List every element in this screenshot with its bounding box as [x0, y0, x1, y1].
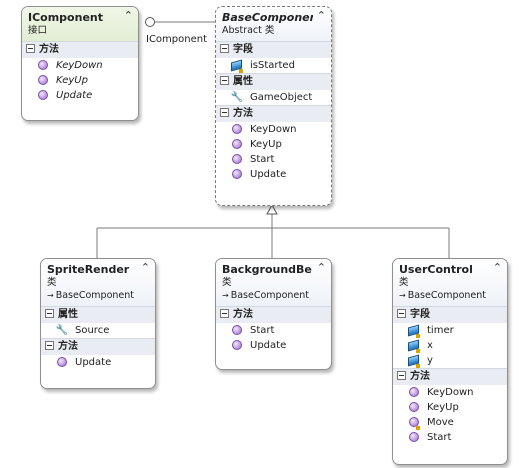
lock-icon [416, 364, 420, 368]
basecomponent-name: BaseComponent [222, 11, 313, 24]
spriterender-box[interactable]: SpriteRender 类 → BaseComponent ⌃ 属性 🔧 Sour… [40, 258, 156, 389]
spriterender-header: SpriteRender 类 → BaseComponent ⌃ [41, 259, 155, 306]
method-icon [409, 387, 419, 397]
method-icon [409, 402, 419, 412]
member-method: Move [393, 415, 507, 430]
minus-icon[interactable] [220, 43, 229, 53]
spriterender-name: SpriteRender [47, 263, 130, 276]
collapse-icon[interactable]: ⌃ [317, 262, 326, 273]
minus-icon[interactable] [220, 308, 229, 318]
usercontrol-parent: → BaseComponent [399, 290, 486, 301]
method-icon [232, 154, 242, 164]
member-method: Update [22, 88, 138, 103]
collapse-icon[interactable]: ⌃ [493, 262, 502, 273]
method-icon [409, 432, 419, 442]
minus-icon[interactable] [45, 308, 54, 318]
icomponent-kind: 接口 [28, 25, 48, 36]
method-icon [38, 60, 48, 70]
member-field: y [393, 353, 507, 368]
method-icon [232, 139, 242, 149]
member-method: Start [216, 152, 331, 167]
minus-icon[interactable] [26, 43, 35, 53]
minus-icon[interactable] [220, 107, 229, 117]
method-icon [232, 325, 242, 335]
method-icon [232, 124, 242, 134]
minus-icon[interactable] [397, 308, 406, 318]
usercontrol-name: UserControl [399, 263, 473, 276]
lock-icon [239, 69, 243, 73]
wrench-icon: 🔧 [55, 325, 69, 336]
icomponent-name: IComponent [28, 11, 103, 24]
method-icon [38, 75, 48, 85]
method-icon [57, 357, 67, 367]
member-method: KeyUp [216, 137, 331, 152]
section-header[interactable]: 属性 [41, 306, 155, 323]
section-header[interactable]: 方法 [393, 368, 507, 385]
member-method: KeyDown [22, 58, 138, 73]
section-header[interactable]: 方法 [216, 105, 331, 122]
collapse-icon[interactable]: ⌃ [124, 10, 133, 21]
member-method: Update [41, 355, 155, 370]
member-field: x [393, 338, 507, 353]
member-method: Start [393, 430, 507, 445]
backgroundbehavior-box[interactable]: BackgroundBe... 类 →BaseComponent ⌃ 方法 St… [215, 258, 332, 370]
method-icon [232, 340, 242, 350]
member-field: isStarted [216, 58, 331, 73]
inherit-arrow-icon: → [47, 291, 54, 300]
section-header[interactable]: 字段 [393, 306, 507, 323]
usercontrol-header: UserControl 类 → BaseComponent ⌃ [393, 259, 507, 306]
minus-icon[interactable] [397, 370, 406, 380]
section-header[interactable]: 方法 [216, 306, 331, 323]
member-method: Start [216, 323, 331, 338]
usercontrol-box[interactable]: UserControl 类 → BaseComponent ⌃ 字段 timer … [392, 258, 508, 465]
member-method: KeyDown [393, 385, 507, 400]
collapse-icon[interactable]: ⌃ [141, 262, 150, 273]
backgroundbehavior-header: BackgroundBe... 类 →BaseComponent ⌃ [216, 259, 331, 306]
backgroundbehavior-kind: 类 [222, 277, 232, 288]
basecomponent-box[interactable]: BaseComponent Abstract 类 ⌃ 字段 isStarted … [215, 6, 332, 206]
member-method: KeyUp [393, 400, 507, 415]
inherit-arrow-icon: → [222, 291, 229, 300]
member-property: 🔧 Source [55, 325, 110, 336]
spriterender-parent: → BaseComponent [47, 290, 134, 301]
interface-lollipop [145, 17, 155, 27]
inheritance-arrowhead [266, 203, 278, 215]
method-icon [232, 169, 242, 179]
wrench-icon: 🔧 [230, 92, 244, 103]
member-method: Update [216, 338, 331, 353]
icomponent-header: IComponent 接口 ⌃ [22, 7, 138, 41]
spriterender-kind: 类 [47, 277, 57, 288]
method-icon [38, 90, 48, 100]
member-field: timer [393, 323, 507, 338]
collapse-icon[interactable]: ⌃ [317, 10, 326, 21]
section-header[interactable]: 字段 [216, 41, 331, 58]
minus-icon[interactable] [220, 75, 229, 85]
backgroundbehavior-name: BackgroundBe... [222, 263, 313, 276]
section-header[interactable]: 属性 [216, 73, 331, 90]
member-method: KeyDown [216, 122, 331, 137]
basecomponent-kind: Abstract 类 [222, 25, 275, 36]
minus-icon[interactable] [45, 340, 54, 350]
icomponent-box[interactable]: IComponent 接口 ⌃ 方法 KeyDown KeyUp Update [21, 6, 139, 121]
inherit-arrow-icon: → [399, 291, 406, 300]
member-method: Update [216, 167, 331, 182]
section-header[interactable]: 方法 [22, 41, 138, 58]
backgroundbehavior-parent: → BaseComponent [222, 290, 309, 301]
basecomponent-header: BaseComponent Abstract 类 ⌃ [216, 7, 331, 41]
section-header[interactable]: 方法 [41, 338, 155, 355]
interface-label: IComponent [146, 34, 208, 45]
member-property: 🔧 GameObject [230, 92, 313, 103]
member-method: KeyUp [22, 73, 138, 88]
usercontrol-kind: 类 [399, 277, 409, 288]
